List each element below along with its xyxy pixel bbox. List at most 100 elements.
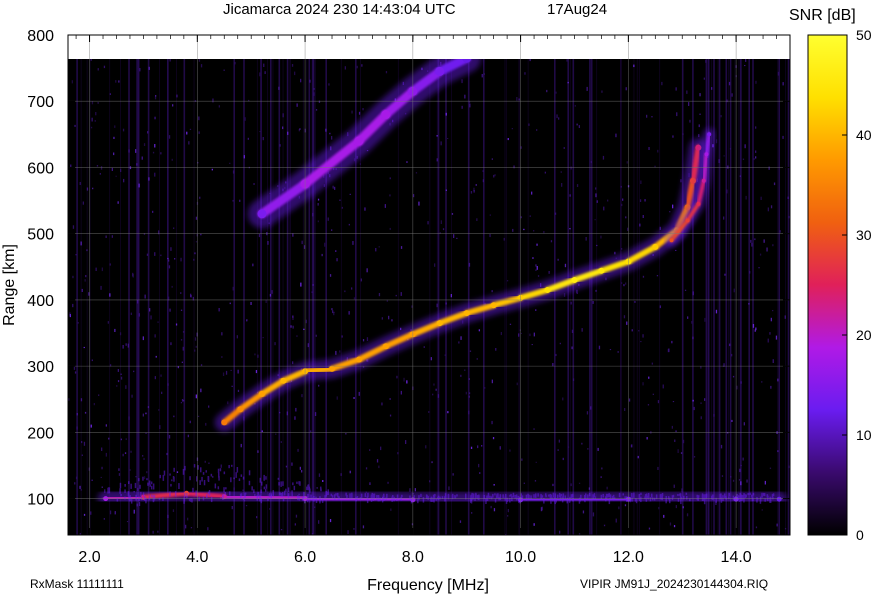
noise-speck: [256, 516, 258, 519]
noise-speck: [200, 64, 203, 68]
noise-speck: [360, 278, 362, 282]
noise-speck: [295, 514, 298, 518]
noise-speck: [351, 287, 353, 290]
noise-speck: [658, 506, 660, 510]
noise-speck: [769, 332, 771, 335]
noise-column: [483, 59, 485, 535]
spread-speck: [251, 486, 253, 491]
noise-speck: [336, 258, 338, 262]
colorbar-tick-label: 0: [856, 527, 864, 543]
spread-speck: [514, 495, 516, 499]
noise-speck: [90, 511, 92, 515]
spread-speck: [242, 476, 245, 480]
noise-speck: [154, 116, 156, 120]
noise-speck: [647, 404, 650, 406]
noise-column: [778, 59, 780, 535]
noise-speck: [484, 387, 486, 389]
noise-speck: [258, 233, 261, 238]
noise-speck: [97, 68, 99, 71]
noise-speck: [362, 108, 364, 111]
noise-speck: [378, 465, 380, 469]
spread-speck: [527, 493, 529, 497]
noise-speck: [267, 241, 269, 245]
noise-speck: [755, 526, 758, 529]
noise-speck: [672, 135, 674, 138]
noise-speck: [230, 369, 232, 371]
spread-speck: [278, 482, 280, 486]
noise-speck: [782, 82, 784, 86]
noise-speck: [445, 302, 447, 305]
noise-speck: [86, 187, 89, 191]
spread-speck: [661, 493, 664, 497]
spread-speck: [653, 497, 656, 501]
spread-speck: [149, 484, 151, 487]
noise-speck: [761, 381, 763, 383]
noise-speck: [292, 361, 294, 365]
noise-speck: [105, 452, 107, 457]
spread-speck: [128, 481, 130, 484]
noise-speck: [493, 174, 495, 178]
noise-speck: [705, 59, 707, 63]
spread-speck: [223, 471, 226, 475]
spread-speck: [169, 473, 171, 476]
noise-speck: [243, 155, 245, 159]
spread-speck: [238, 478, 241, 481]
noise-speck: [651, 362, 653, 365]
noise-speck: [139, 68, 141, 72]
noise-speck: [204, 460, 206, 463]
noise-speck: [90, 126, 93, 129]
noise-speck: [596, 244, 598, 247]
noise-column: [193, 59, 195, 535]
spread-speck: [749, 492, 751, 495]
noise-speck: [259, 131, 261, 133]
noise-speck: [314, 506, 316, 508]
noise-speck: [506, 280, 509, 282]
x-tick-label: 6.0: [294, 549, 316, 566]
noise-speck: [521, 458, 523, 461]
noise-speck: [130, 450, 132, 453]
spread-speck: [205, 470, 207, 473]
noise-speck: [109, 510, 112, 515]
noise-speck: [607, 199, 609, 202]
noise-speck: [720, 115, 722, 118]
noise-speck: [704, 317, 706, 322]
noise-speck: [127, 343, 129, 348]
noise-speck: [524, 72, 526, 75]
noise-speck: [247, 137, 249, 140]
noise-speck: [546, 89, 548, 93]
noise-speck: [639, 223, 641, 227]
spread-speck: [223, 487, 225, 493]
noise-speck: [720, 444, 723, 449]
spread-speck: [537, 493, 539, 497]
noise-speck: [193, 258, 195, 261]
noise-speck: [239, 199, 241, 202]
noise-speck: [188, 141, 190, 145]
noise-speck: [698, 124, 700, 128]
noise-speck: [755, 150, 757, 153]
noise-column: [136, 59, 138, 535]
noise-speck: [615, 518, 617, 523]
noise-speck: [95, 112, 97, 116]
spread-speck: [293, 485, 296, 491]
echo-point: [695, 144, 702, 151]
noise-speck: [93, 403, 95, 406]
noise-column: [717, 59, 719, 535]
noise-speck: [317, 203, 319, 206]
noise-speck: [523, 482, 525, 484]
noise-speck: [109, 293, 111, 297]
noise-column: [777, 59, 779, 535]
noise-speck: [229, 162, 231, 164]
noise-speck: [460, 336, 462, 340]
noise-speck: [715, 139, 718, 144]
spread-speck: [391, 496, 393, 502]
spread-speck: [701, 493, 704, 498]
noise-speck: [509, 449, 511, 452]
noise-speck: [648, 376, 650, 379]
noise-speck: [122, 345, 124, 349]
noise-speck: [79, 485, 81, 489]
spread-speck: [263, 474, 265, 481]
spread-speck: [127, 491, 130, 497]
noise-speck: [138, 313, 140, 317]
noise-speck: [303, 328, 305, 330]
spread-speck: [307, 484, 310, 490]
